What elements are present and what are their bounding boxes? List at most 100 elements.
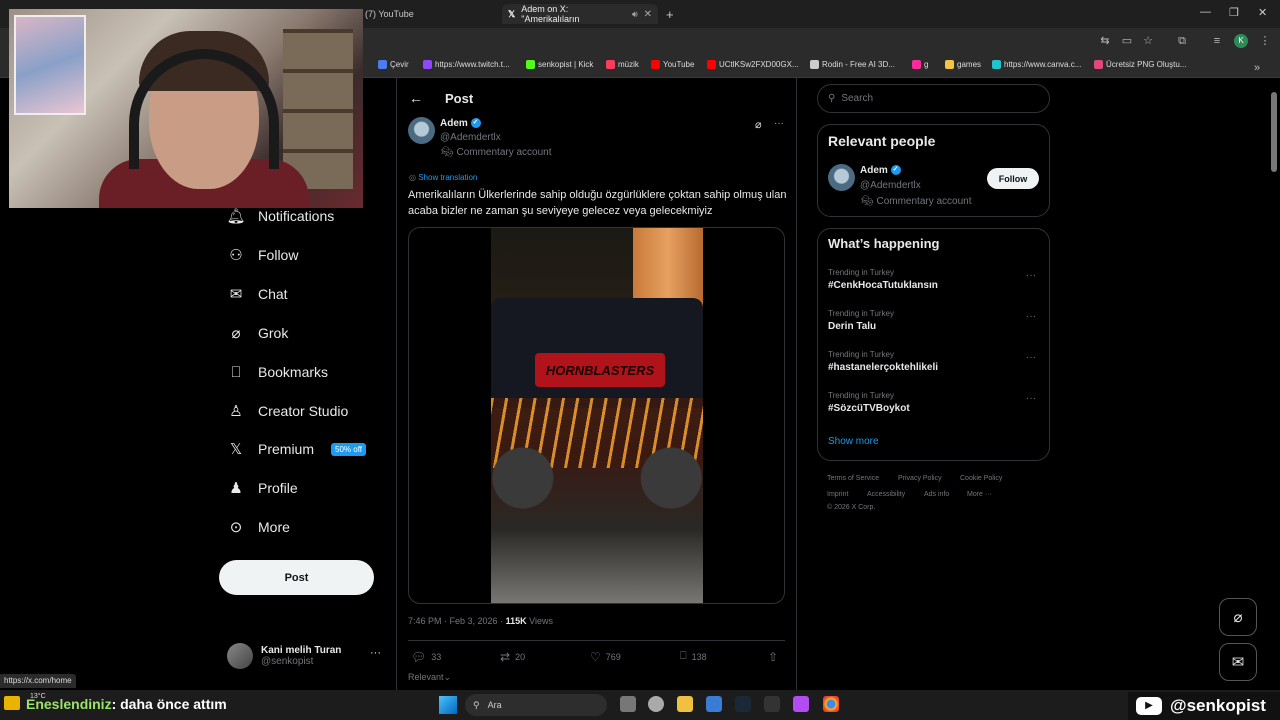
search-icon: ⚲ [473,699,480,710]
bookmark-item[interactable]: Rodin - Free AI 3D... [810,60,895,69]
tab-x-post[interactable]: 𝕏 Adem on X: "Amerikalıların 🔊︎ ✕ [502,4,658,24]
nav-item-profile[interactable]: ♟ Profile [227,479,297,497]
bookmark-item[interactable]: YouTube [651,60,694,69]
nav-item-creator-studio[interactable]: ♙ Creator Studio [227,402,348,420]
taskbar-search[interactable]: ⚲ Ara [465,694,607,716]
epic-icon[interactable] [764,696,780,712]
more-icon[interactable]: ··· [1026,311,1036,322]
bookmark-item[interactable]: games [945,60,981,69]
panel-title: Relevant people [828,133,936,149]
nav-item-premium[interactable]: 𝕏 Premium 50% off [227,440,366,458]
footer-link[interactable]: Ads info [924,491,949,498]
more-icon[interactable]: ··· [370,647,381,659]
bookmark-item[interactable]: senkopist | Kick [526,60,593,69]
footer-link[interactable]: Cookie Policy [960,475,1002,482]
bookmark-item[interactable]: https://www.twitch.t... [423,60,510,69]
maximize-icon[interactable]: ❐ [1229,6,1239,19]
nav-item-notifications[interactable]: 🔔︎ Notifications [226,207,334,225]
bookmark-favicon-icon [945,60,954,69]
speaker-icon[interactable]: 🔊︎ [632,9,638,20]
show-more-link[interactable]: Show more [828,436,879,447]
grok-icon[interactable]: ⌀ [1219,598,1257,636]
bookmark-icon: ⎕ [231,363,241,381]
footer-link[interactable]: Privacy Policy [898,475,942,482]
footer-link[interactable]: Accessibility [867,491,905,498]
scrollbar-thumb[interactable] [1271,92,1277,172]
more-icon[interactable]: ··· [1026,393,1036,404]
app-icon[interactable] [793,696,809,712]
bookmark-item[interactable]: Çevir [378,60,409,69]
nav-item-chat[interactable]: ✉ Chat [227,285,288,303]
avatar[interactable] [408,117,435,144]
more-icon[interactable]: ··· [774,118,784,129]
post-button[interactable]: Post [219,560,374,595]
author-name[interactable]: Adem ✓ [440,118,481,129]
author-handle[interactable]: @Ademdertlx [440,132,501,143]
post-timestamp[interactable]: 7:46 PM · Feb 3, 2026 · [408,616,503,626]
steam-icon[interactable] [735,696,751,712]
trend-item[interactable]: Trending in Turkey #hastanelerçoktehlikel… [828,350,938,373]
bookmark-item[interactable]: UCtlKSw2FXD00GX... [707,60,799,69]
follow-button[interactable]: Follow [987,168,1039,189]
cast-icon[interactable]: ▭ [1120,34,1134,48]
media-icon[interactable]: ≡ [1210,34,1224,48]
bookmark-item[interactable]: Ücretsiz PNG Oluştu... [1094,60,1186,69]
bookmark-label: https://www.canva.c... [1004,60,1082,69]
profile-avatar-icon[interactable]: K [1234,34,1248,48]
trend-item[interactable]: Trending in Turkey #SözcüTVBoykot [828,391,910,414]
minimize-icon[interactable]: — [1200,6,1211,18]
bookmark-item[interactable]: g [912,60,928,69]
bookmark-label: Çevir [390,60,409,69]
like-button[interactable]: ♡ 769 [590,650,621,664]
more-icon[interactable]: ··· [1026,270,1036,281]
tab-youtube[interactable]: (7) YouTube✕ [365,4,518,24]
bookmark-button[interactable]: ⎕ 138 [680,650,707,663]
file-explorer-icon[interactable] [677,696,693,712]
tab-label: (7) YouTube [365,9,414,19]
close-icon[interactable]: ✕ [644,9,652,20]
footer-link[interactable]: Imprint [827,491,848,498]
share-icon[interactable]: ⇧ [768,650,778,664]
translate-icon[interactable]: ⇆ [1098,34,1112,48]
windows-start-icon[interactable] [439,696,457,714]
back-arrow-icon[interactable]: ← [409,90,423,106]
close-window-icon[interactable]: ✕ [1258,6,1267,19]
store-icon[interactable] [706,696,722,712]
channel-name: @senkopist [1170,696,1266,715]
star-icon[interactable]: ☆ [1141,34,1155,48]
bookmark-item[interactable]: https://www.canva.c... [992,60,1081,69]
menu-icon[interactable]: ⋮ [1258,34,1272,48]
person-handle[interactable]: @Ademdertlx [860,180,921,191]
chevron-right-icon[interactable]: » [1250,61,1264,75]
bookmark-favicon-icon [1094,60,1103,69]
nav-item-more[interactable]: ⊙ More [227,518,290,536]
grok-icon[interactable]: ⌀ [755,118,762,131]
avatar [227,643,253,669]
nav-item-grok[interactable]: ⌀ Grok [227,324,288,342]
more-icon[interactable]: ··· [1026,352,1036,363]
repost-button[interactable]: ⇄ 20 [500,650,525,664]
mail-icon[interactable]: ✉ [1219,643,1257,681]
nav-item-bookmarks[interactable]: ⎕ Bookmarks [227,363,328,381]
bookmark-item[interactable]: müzik [606,60,639,69]
show-translation-link[interactable]: ◎ Show translation [409,173,477,182]
copyright: © 2026 X Corp. [827,504,876,511]
avatar[interactable] [828,164,855,191]
replies-sort-dropdown[interactable]: Relevant⌄ [408,672,451,683]
account-name: Kani melih Turan [261,645,342,656]
reply-button[interactable]: 💬︎ 33 [411,650,441,664]
trend-item[interactable]: Trending in Turkey Derin Talu [828,309,894,332]
app-icon[interactable] [648,696,664,712]
new-tab-icon[interactable]: + [666,4,674,24]
extensions-icon[interactable]: ⧉ [1175,34,1189,48]
nav-item-follow[interactable]: ⚇ Follow [227,246,298,264]
account-switcher[interactable]: Kani melih Turan @senkopist ··· [227,643,381,669]
footer-link[interactable]: Terms of Service [827,475,879,482]
post-video[interactable]: HORNBLASTERS [408,227,785,604]
search-input[interactable]: ⚲ Search [817,84,1050,113]
trend-item[interactable]: Trending in Turkey #CenkHocaTutuklansın [828,268,938,291]
task-view-icon[interactable] [620,696,636,712]
chrome-icon[interactable] [823,696,839,712]
footer-link[interactable]: More ··· [967,491,992,498]
person-name[interactable]: Adem ✓ [860,165,901,176]
